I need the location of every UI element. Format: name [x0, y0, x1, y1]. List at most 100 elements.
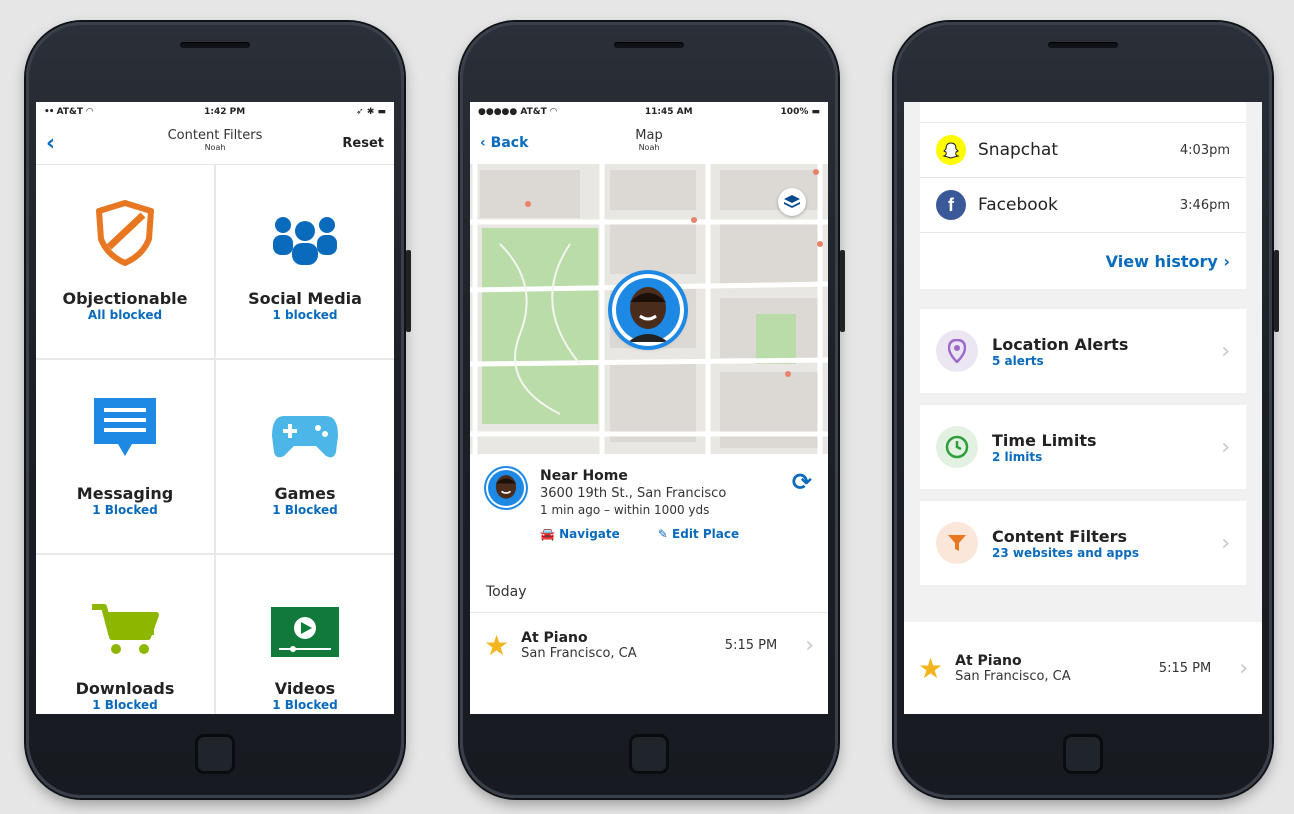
status-time: 1:42 PM — [204, 107, 246, 117]
carrier: ●●●●● AT&T ◠ — [478, 107, 557, 117]
clock-icon — [936, 426, 978, 468]
battery-icon: ➶ ✱ ▬ — [356, 107, 386, 117]
tile-status: All blocked — [87, 308, 163, 322]
chevron-right-icon: › — [805, 633, 814, 658]
snapchat-icon — [936, 135, 966, 165]
tile-games[interactable]: Games 1 Blocked — [216, 360, 394, 553]
star-icon: ★ — [484, 629, 510, 662]
event-place: San Francisco, CA — [955, 668, 1071, 684]
layers-button[interactable] — [778, 188, 806, 216]
side-button — [840, 250, 845, 332]
status-time: 11:45 AM — [644, 107, 693, 117]
phone-content-filters: •• AT&T ◠ 1:42 PM ➶ ✱ ▬ ‹ Content Filter… — [26, 22, 411, 798]
event-time: 5:15 PM — [1158, 660, 1212, 676]
feature-row-time-limits[interactable]: Time Limits 2 limits › — [920, 405, 1246, 489]
home-button[interactable] — [1063, 734, 1103, 774]
reset-button[interactable]: Reset — [342, 136, 384, 151]
feature-row-content-filters[interactable]: Content Filters 23 websites and apps › — [920, 501, 1246, 585]
nav-title-group: Content Filters Noah — [36, 128, 394, 152]
carrier: •• AT&T ◠ — [44, 107, 94, 117]
event-row[interactable]: ★ At Piano San Francisco, CA 5:15 PM › — [904, 622, 1262, 714]
child-face-icon — [488, 470, 524, 506]
app-time: 4:03pm — [1179, 142, 1230, 158]
chevron-right-icon: › — [1221, 434, 1230, 460]
screen: Snapchat 4:03pm f Facebook 3:46pm View h… — [904, 102, 1262, 714]
tile-status: 1 blocked — [272, 308, 338, 322]
star-icon: ★ — [918, 651, 944, 685]
tile-downloads[interactable]: Downloads 1 Blocked — [36, 555, 214, 714]
car-icon: 🚘 — [540, 527, 555, 541]
nav-bar: ‹ Back Map Noah — [470, 122, 828, 164]
tile-title: Downloads — [75, 679, 175, 698]
section-header: Today — [470, 572, 828, 613]
location-time: 1 min ago – within 1000 yds — [540, 503, 710, 517]
screen: •• AT&T ◠ 1:42 PM ➶ ✱ ▬ ‹ Content Filter… — [36, 102, 394, 714]
feature-sub: 2 limits — [992, 449, 1043, 464]
app-row-snapchat[interactable]: Snapchat 4:03pm — [920, 123, 1246, 178]
home-button[interactable] — [629, 734, 669, 774]
page-title: Content Filters — [167, 128, 263, 143]
edit-place-link[interactable]: ✎ Edit Place — [658, 527, 739, 541]
pencil-icon: ✎ — [657, 527, 668, 541]
tile-status: 1 Blocked — [92, 503, 158, 517]
nav-bar: ‹ Content Filters Noah Reset — [36, 122, 394, 165]
navigate-link[interactable]: 🚘 Navigate — [540, 527, 620, 541]
tile-videos[interactable]: Videos 1 Blocked — [216, 555, 394, 714]
tile-status: 1 Blocked — [272, 698, 338, 712]
location-card: Near Home 3600 19th St., San Francisco 1… — [470, 454, 828, 572]
feature-title: Location Alerts — [992, 334, 1129, 354]
speaker — [180, 42, 250, 48]
battery-icon: 100% ▬ — [780, 107, 820, 117]
event-place: San Francisco, CA — [521, 646, 637, 661]
location-name: Near Home — [540, 468, 628, 484]
layers-icon — [784, 195, 800, 208]
tile-social-media[interactable]: Social Media 1 blocked — [216, 165, 394, 358]
shield-icon — [93, 199, 157, 271]
chevron-right-icon: › — [1221, 530, 1230, 556]
message-icon — [92, 396, 158, 466]
speaker — [1048, 42, 1118, 48]
tile-objectionable[interactable]: Objectionable All blocked — [36, 165, 214, 358]
phone-dashboard: Snapchat 4:03pm f Facebook 3:46pm View h… — [894, 22, 1279, 798]
chevron-right-icon: › — [1221, 338, 1230, 364]
tile-messaging[interactable]: Messaging 1 Blocked — [36, 360, 214, 553]
tile-title: Social Media — [248, 289, 362, 308]
feature-title: Time Limits — [992, 430, 1097, 450]
event-title: At Piano — [955, 652, 1022, 669]
feature-sub: 5 alerts — [992, 353, 1044, 368]
side-button — [406, 250, 411, 332]
location-pin-icon — [936, 330, 978, 372]
event-row[interactable]: ★ At Piano San Francisco, CA 5:15 PM › — [470, 613, 828, 672]
video-icon — [271, 607, 339, 661]
feature-sub: 23 websites and apps — [992, 545, 1139, 560]
status-bar: •• AT&T ◠ 1:42 PM ➶ ✱ ▬ — [36, 102, 394, 122]
event-time: 5:15 PM — [724, 638, 778, 653]
gamepad-icon — [270, 412, 340, 466]
side-button — [1274, 250, 1279, 332]
location-address: 3600 19th St., San Francisco — [540, 486, 727, 501]
app-usage-card: Snapchat 4:03pm f Facebook 3:46pm View h… — [920, 102, 1246, 289]
refresh-icon[interactable]: ⟳ — [792, 468, 812, 496]
event-title: At Piano — [521, 630, 588, 646]
page-subtitle: Noah — [204, 143, 226, 152]
map-view[interactable] — [470, 164, 828, 454]
feature-title: Content Filters — [992, 526, 1128, 546]
facebook-icon: f — [936, 190, 966, 220]
back-chevron-icon[interactable]: ‹ — [46, 131, 55, 156]
speaker — [614, 42, 684, 48]
child-avatar-map-marker[interactable] — [612, 274, 684, 346]
home-button[interactable] — [195, 734, 235, 774]
app-row-facebook[interactable]: f Facebook 3:46pm — [920, 178, 1246, 233]
app-name: Snapchat — [978, 140, 1058, 160]
feature-row-location-alerts[interactable]: Location Alerts 5 alerts › — [920, 309, 1246, 393]
back-button[interactable]: ‹ Back — [480, 135, 528, 151]
people-icon — [269, 211, 341, 271]
tile-title: Videos — [274, 679, 336, 698]
tile-title: Messaging — [76, 484, 174, 503]
tile-status: 1 Blocked — [92, 698, 158, 712]
child-face-icon — [616, 278, 680, 342]
status-bar: ●●●●● AT&T ◠ 11:45 AM 100% ▬ — [470, 102, 828, 122]
view-history-link[interactable]: View history › — [920, 233, 1246, 289]
app-time: 3:46pm — [1179, 197, 1230, 213]
filter-icon — [936, 522, 978, 564]
